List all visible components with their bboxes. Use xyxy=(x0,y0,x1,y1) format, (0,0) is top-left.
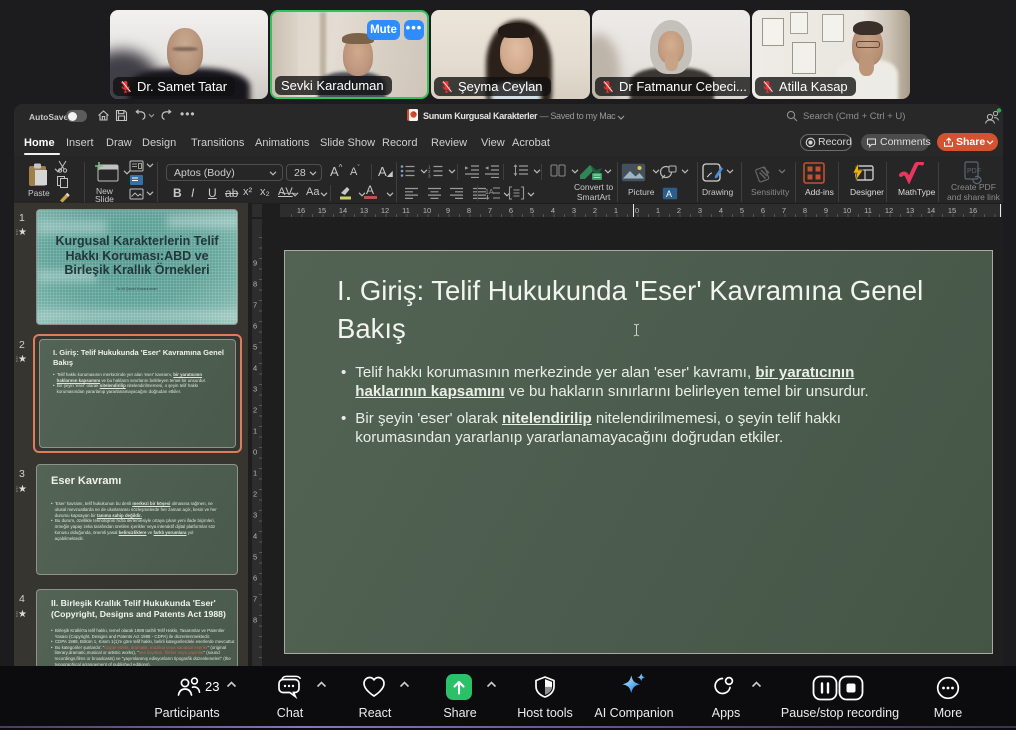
svg-text:1A: 1A xyxy=(485,189,494,196)
svg-text:PDF: PDF xyxy=(967,168,981,175)
svg-text:3: 3 xyxy=(428,174,431,179)
svg-text:A: A xyxy=(666,189,672,199)
